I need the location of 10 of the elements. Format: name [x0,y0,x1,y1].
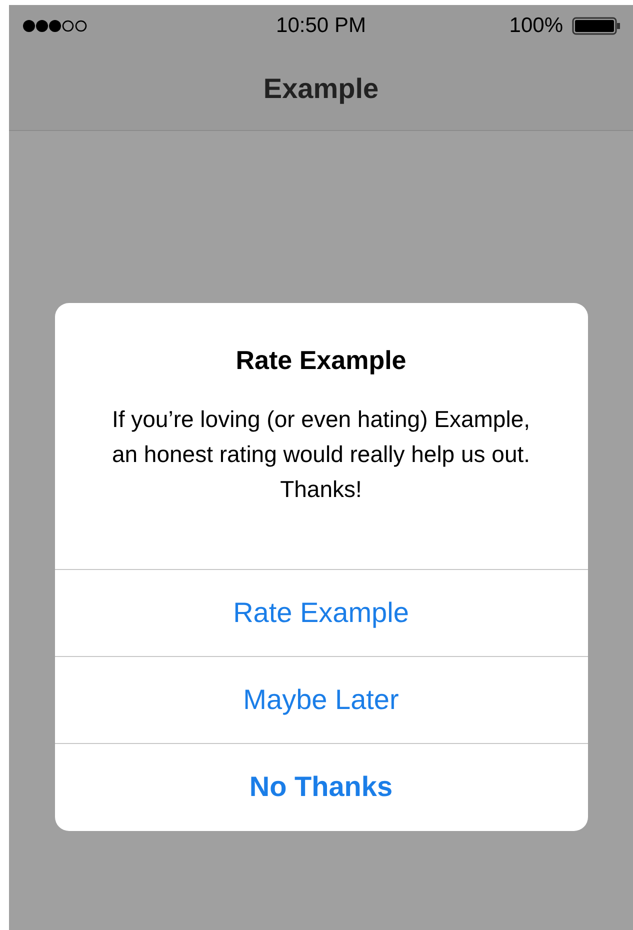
alert-button[interactable]: Maybe Later [54,656,588,743]
signal-icon [22,19,89,33]
alert-button[interactable]: No Thanks [54,743,588,830]
status-time: 10:50 PM [276,13,366,40]
alert-title: Rate Example [236,344,406,377]
battery-percentage: 100% [509,13,563,40]
alert-message: If you’re loving (or even hating) Example, an honest rating would really help us out. Thanks! [110,405,532,504]
alert-button[interactable]: Rate Example [54,569,588,656]
battery-icon [572,16,620,36]
navigation-title: Example [263,72,379,106]
